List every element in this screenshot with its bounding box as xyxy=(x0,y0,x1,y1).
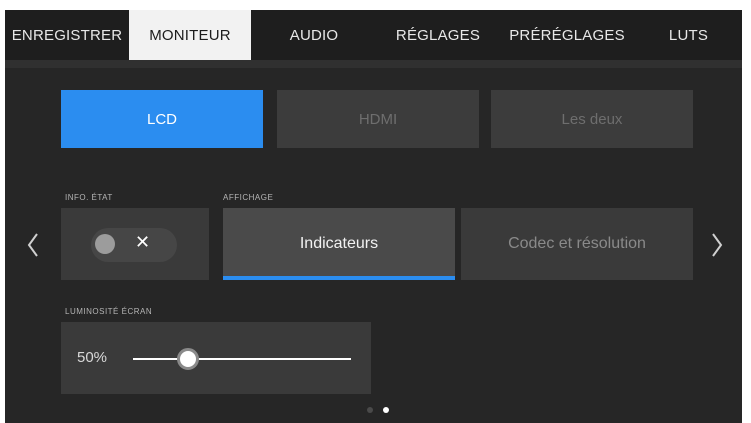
page-dot-2[interactable] xyxy=(383,407,389,413)
brightness-slider-track[interactable] xyxy=(133,358,351,360)
page-dot-1[interactable] xyxy=(367,407,373,413)
status-info-panel: ✕ xyxy=(61,208,209,280)
status-info-toggle[interactable]: ✕ xyxy=(91,228,177,262)
tab-bar: ENREGISTRER MONITEUR AUDIO RÉGLAGES PRÉR… xyxy=(5,10,742,60)
chevron-right-icon[interactable] xyxy=(707,230,727,260)
brightness-panel: 50% xyxy=(61,322,371,394)
close-icon: ✕ xyxy=(135,232,151,252)
output-both-button[interactable]: Les deux xyxy=(491,90,693,148)
tab-audio[interactable]: AUDIO xyxy=(251,10,377,60)
tab-enregistrer[interactable]: ENREGISTRER xyxy=(5,10,129,60)
toggle-knob xyxy=(95,234,115,254)
display-indicators-button[interactable]: Indicateurs xyxy=(223,208,455,280)
brightness-slider-thumb[interactable] xyxy=(176,348,199,370)
monitor-settings-screen: ENREGISTRER MONITEUR AUDIO RÉGLAGES PRÉR… xyxy=(5,10,742,423)
selected-underline xyxy=(223,276,455,280)
brightness-label: LUMINOSITÉ ÉCRAN xyxy=(65,307,153,316)
tab-moniteur[interactable]: MONITEUR xyxy=(129,10,251,60)
tab-reglages[interactable]: RÉGLAGES xyxy=(377,10,499,60)
tab-prereglages[interactable]: PRÉRÉGLAGES xyxy=(499,10,635,60)
tab-divider xyxy=(5,60,742,68)
chevron-left-icon[interactable] xyxy=(23,230,43,260)
tab-luts[interactable]: LUTS xyxy=(635,10,742,60)
display-codec-button[interactable]: Codec et résolution xyxy=(461,208,693,280)
display-label: AFFICHAGE xyxy=(223,193,274,202)
output-hdmi-button[interactable]: HDMI xyxy=(277,90,479,148)
status-info-label: INFO. ÉTAT xyxy=(65,193,113,202)
output-lcd-button[interactable]: LCD xyxy=(61,90,263,148)
brightness-value: 50% xyxy=(77,349,108,366)
